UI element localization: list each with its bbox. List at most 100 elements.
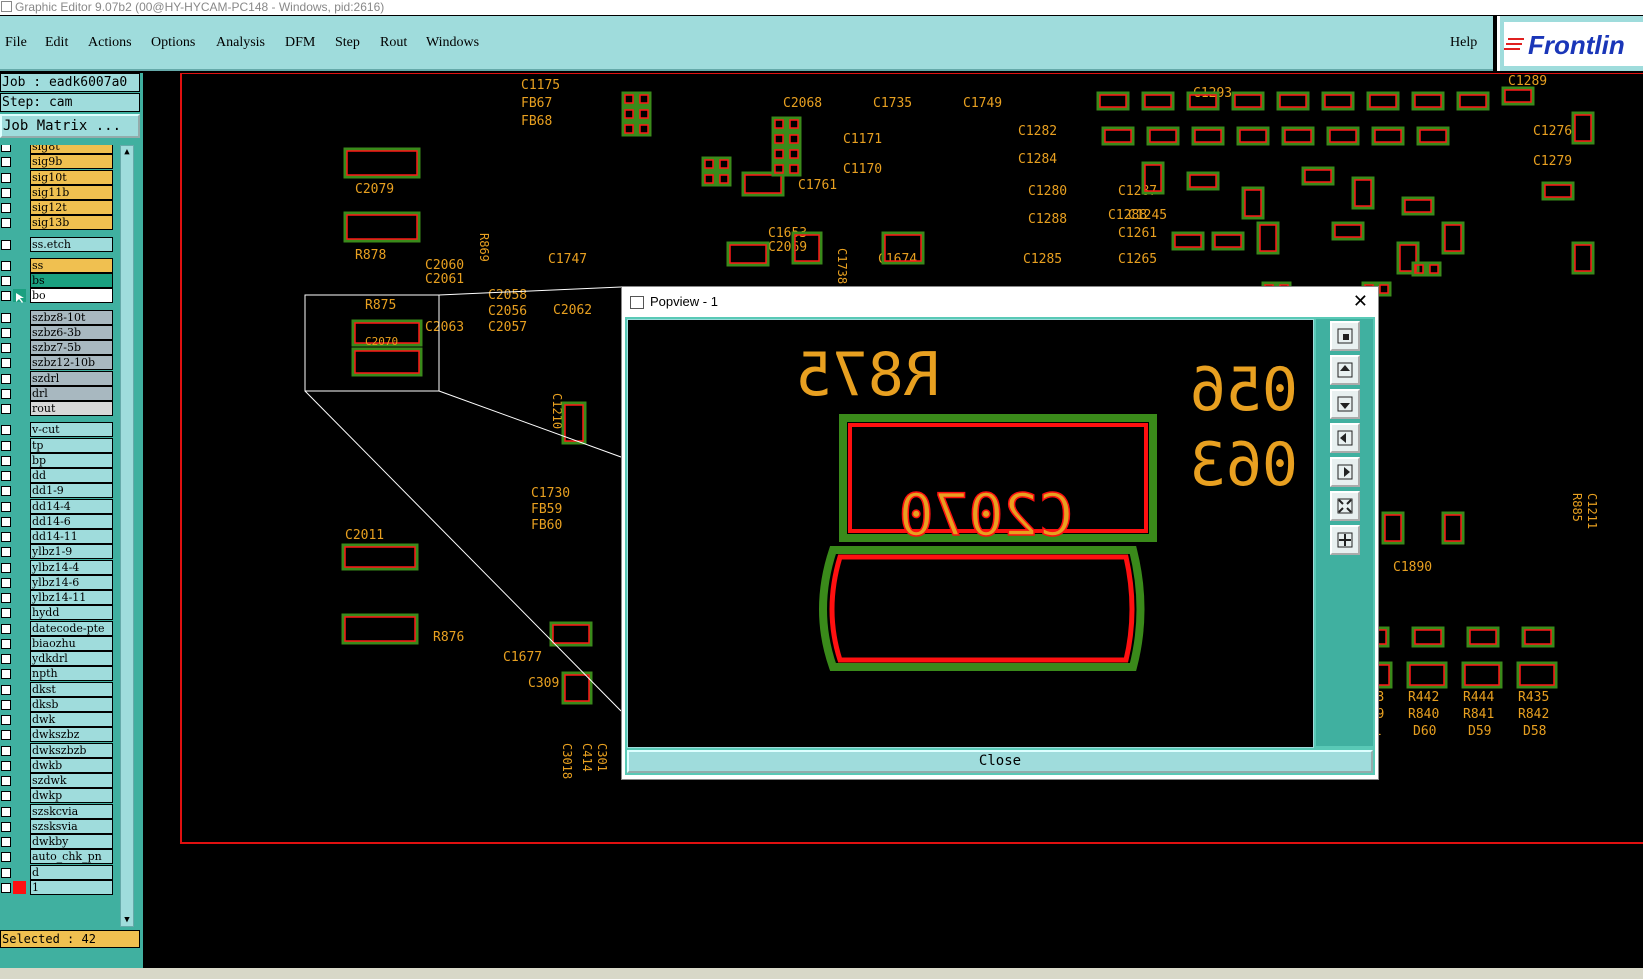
layer-row[interactable]: sig12t — [0, 200, 116, 215]
job-matrix-button[interactable]: Job Matrix ... — [0, 114, 140, 138]
pan-right-icon[interactable] — [1330, 457, 1360, 487]
zoom-out-icon[interactable] — [1330, 491, 1360, 521]
layer-row[interactable]: szbz7-5b — [0, 340, 116, 355]
layer-checkbox[interactable] — [1, 821, 11, 832]
layer-row[interactable]: ylbz1-9 — [0, 544, 116, 560]
layer-row[interactable]: sig9b — [0, 154, 116, 170]
layer-row[interactable]: szbz6-3b — [0, 324, 116, 340]
layer-row[interactable]: 1 — [0, 879, 116, 895]
layer-row[interactable]: dd — [0, 468, 116, 483]
menu-dfm[interactable]: DFM — [285, 35, 315, 51]
layer-row[interactable]: ylbz14-4 — [0, 559, 116, 575]
popview-zoom-view[interactable]: R875 056 063 C2070 C2070 — [627, 319, 1314, 748]
layer-row[interactable]: bp — [0, 452, 116, 468]
layer-row[interactable]: hydd — [0, 605, 116, 621]
layer-row[interactable]: szbz8-10t — [0, 309, 116, 325]
layer-row[interactable]: v-cut — [0, 422, 116, 438]
layer-checkbox[interactable] — [1, 239, 11, 250]
layer-row[interactable]: szbz12-10b — [0, 355, 116, 371]
layer-row[interactable]: dwkb — [0, 757, 116, 773]
layer-row[interactable]: d — [0, 864, 116, 880]
layer-checkbox[interactable] — [1, 218, 11, 229]
layer-checkbox[interactable] — [1, 404, 11, 414]
layer-row[interactable]: ss — [0, 257, 116, 273]
menu-windows[interactable]: Windows — [426, 35, 479, 51]
pan-down-icon[interactable] — [1330, 389, 1360, 419]
layer-scrollbar[interactable]: ▲ ▼ — [120, 145, 134, 927]
layer-checkbox[interactable] — [1, 745, 11, 756]
layer-checkbox[interactable] — [1, 172, 11, 183]
layer-checkbox[interactable] — [1, 373, 11, 384]
layer-row[interactable]: dwkszbz — [0, 727, 116, 743]
layer-row[interactable]: szdrl — [0, 370, 116, 386]
layer-row[interactable]: drl — [0, 385, 116, 401]
layer-checkbox[interactable] — [1, 547, 11, 558]
layer-row[interactable]: ydkdrl — [0, 651, 116, 666]
layer-checkbox[interactable] — [1, 327, 11, 338]
layer-checkbox[interactable] — [1, 455, 11, 466]
layer-checkbox[interactable] — [1, 760, 11, 771]
menu-file[interactable]: File — [5, 35, 27, 51]
layer-row[interactable]: sig13b — [0, 215, 116, 231]
menu-options[interactable]: Options — [151, 35, 195, 51]
layer-checkbox[interactable] — [1, 699, 11, 710]
layer-row[interactable]: dd14-11 — [0, 529, 116, 544]
layer-row[interactable]: biaozhu — [0, 635, 116, 651]
layer-row[interactable]: dd14-6 — [0, 513, 116, 529]
menu-edit[interactable]: Edit — [45, 35, 68, 51]
layer-row[interactable]: sig8t — [0, 145, 116, 154]
layer-checkbox[interactable] — [1, 187, 11, 198]
layer-checkbox[interactable] — [1, 684, 11, 695]
layer-checkbox[interactable] — [1, 532, 11, 542]
layer-checkbox[interactable] — [1, 291, 11, 302]
layer-checkbox[interactable] — [1, 882, 11, 893]
layer-checkbox[interactable] — [1, 623, 11, 634]
layer-checkbox[interactable] — [1, 501, 11, 512]
pan-left-icon[interactable] — [1330, 423, 1360, 453]
layer-row[interactable]: bo — [0, 288, 116, 304]
layer-checkbox[interactable] — [1, 343, 11, 353]
zoom-fit-icon[interactable] — [1330, 321, 1360, 351]
layer-checkbox[interactable] — [1, 654, 11, 664]
popview-graphic[interactable]: R875 056 063 C2070 C2070 — [628, 320, 1313, 747]
layer-row[interactable]: npth — [0, 666, 116, 682]
layer-checkbox[interactable] — [1, 145, 11, 152]
menu-rout[interactable]: Rout — [380, 35, 407, 51]
layer-row[interactable]: tp — [0, 437, 116, 453]
layer-row[interactable]: dkst — [0, 681, 116, 697]
layer-row[interactable]: datecode-pte — [0, 620, 116, 636]
layer-checkbox[interactable] — [1, 608, 11, 619]
scroll-down-icon[interactable]: ▼ — [122, 915, 132, 925]
layer-row[interactable]: szdwk — [0, 773, 116, 788]
popview-close-button[interactable]: Close — [627, 750, 1373, 773]
layer-checkbox[interactable] — [1, 276, 11, 286]
layer-checkbox[interactable] — [1, 486, 11, 497]
zoom-in-icon[interactable] — [1330, 525, 1360, 555]
layer-row[interactable]: szskcvia — [0, 803, 116, 819]
close-icon[interactable]: ✕ — [1353, 291, 1368, 313]
layer-checkbox[interactable] — [1, 638, 11, 649]
layer-checkbox[interactable] — [1, 440, 11, 451]
popview-title-bar[interactable]: Popview - 1 ✕ — [622, 287, 1378, 317]
layer-checkbox[interactable] — [1, 867, 11, 878]
layer-row[interactable]: auto_chk_pn — [0, 849, 116, 865]
scroll-up-icon[interactable]: ▲ — [122, 147, 132, 157]
layer-row[interactable]: sig10t — [0, 169, 116, 185]
layer-checkbox[interactable] — [1, 562, 11, 573]
layer-checkbox[interactable] — [1, 358, 11, 369]
menu-step[interactable]: Step — [335, 35, 360, 51]
layer-checkbox[interactable] — [1, 312, 11, 323]
layer-row[interactable]: sig11b — [0, 184, 116, 200]
layer-row[interactable]: dksb — [0, 696, 116, 712]
layer-row[interactable]: dd14-4 — [0, 498, 116, 514]
layer-checkbox[interactable] — [1, 837, 11, 847]
layer-checkbox[interactable] — [1, 388, 11, 399]
layer-checkbox[interactable] — [1, 776, 11, 786]
layer-checkbox[interactable] — [1, 577, 11, 588]
layer-row[interactable]: dwkszbzb — [0, 742, 116, 758]
layer-checkbox[interactable] — [1, 791, 11, 802]
layer-checkbox[interactable] — [1, 593, 11, 603]
layer-row[interactable]: dwk — [0, 712, 116, 727]
layer-row[interactable]: rout — [0, 401, 116, 416]
layer-checkbox[interactable] — [1, 715, 11, 725]
